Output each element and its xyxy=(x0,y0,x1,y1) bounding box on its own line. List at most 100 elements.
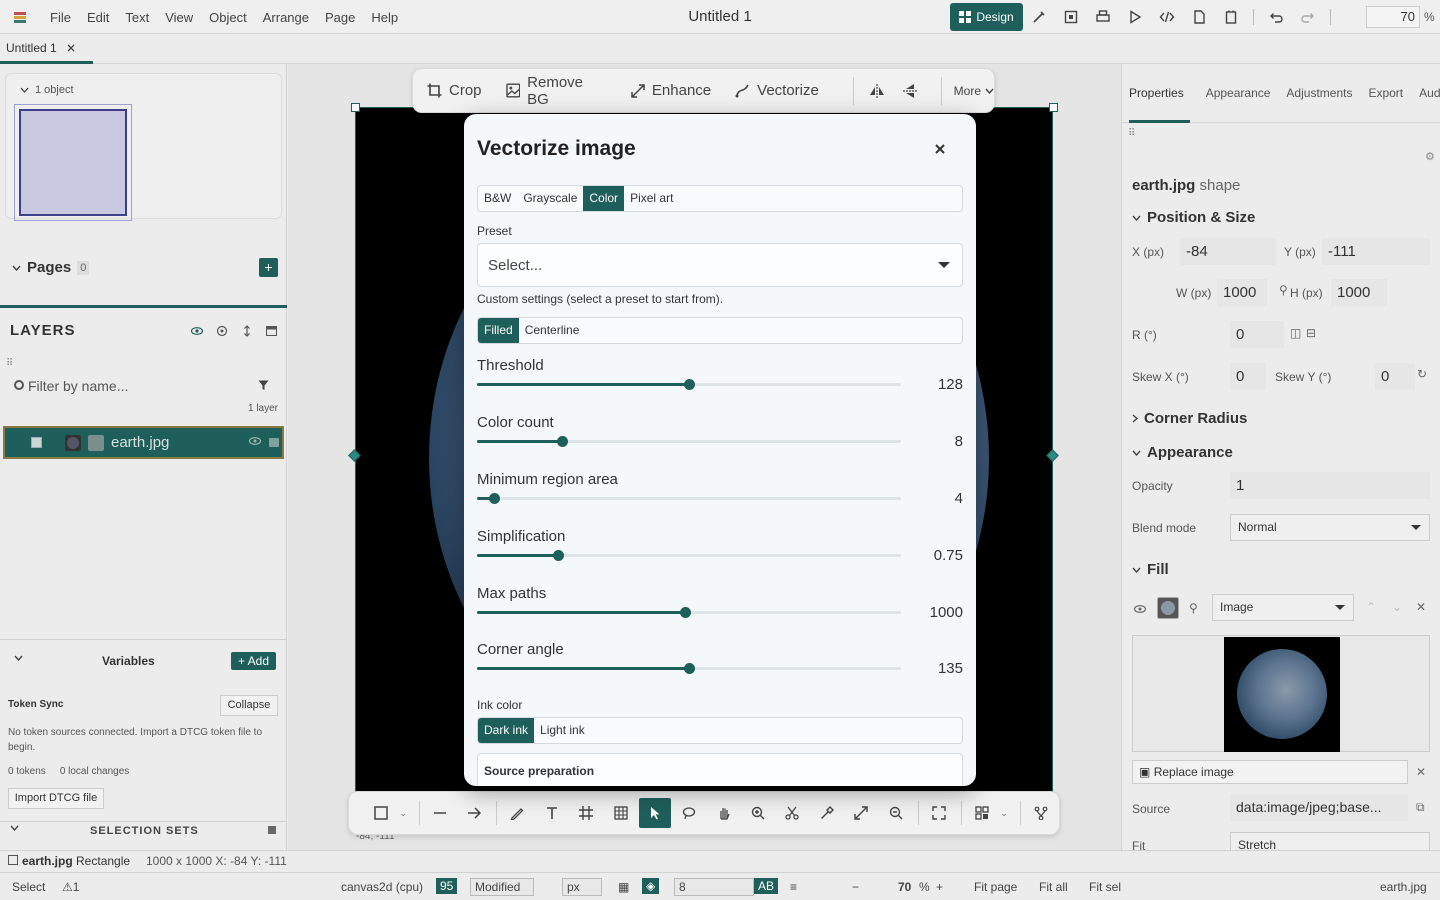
design-mode-button[interactable]: Design xyxy=(950,3,1023,31)
menu-file[interactable]: File xyxy=(42,10,79,25)
file-icon[interactable] xyxy=(1183,3,1215,31)
plugin-icon[interactable] xyxy=(1215,3,1247,31)
reset-icon[interactable]: ↻ xyxy=(1417,367,1427,381)
brush-icon[interactable] xyxy=(1023,3,1055,31)
menu-text[interactable]: Text xyxy=(117,10,157,25)
rectangle-tool-icon[interactable] xyxy=(365,798,397,828)
eye-icon[interactable] xyxy=(188,322,205,339)
gear-icon[interactable]: ⚙ xyxy=(1425,150,1435,163)
fill-swatch[interactable] xyxy=(1157,597,1179,619)
blend-mode-select[interactable]: Normal xyxy=(1230,514,1430,541)
layer-checkbox[interactable] xyxy=(31,437,42,448)
menu-view[interactable]: View xyxy=(157,10,201,25)
appearance-header[interactable]: Appearance xyxy=(1132,444,1233,461)
close-icon[interactable] xyxy=(930,139,950,159)
fit-page-button[interactable]: Fit page xyxy=(974,880,1017,894)
slider-knob[interactable] xyxy=(488,493,500,504)
layer-filter[interactable]: Filter by name... xyxy=(8,374,282,400)
collapse-all-icon[interactable] xyxy=(263,322,280,339)
chevron-down-icon[interactable]: ⌄ xyxy=(1000,808,1015,819)
snap-icon[interactable]: ◈ xyxy=(642,878,660,894)
flip-vertical-icon[interactable] xyxy=(897,78,922,104)
unit-select[interactable]: px xyxy=(562,878,602,896)
grid-size-input[interactable]: 8 xyxy=(674,878,754,896)
replace-image-button[interactable]: ▣ Replace image xyxy=(1132,760,1408,784)
fill-header[interactable]: Fill xyxy=(1132,561,1169,578)
branch-icon[interactable] xyxy=(1025,798,1057,828)
slider-track[interactable] xyxy=(477,550,901,561)
play-icon[interactable] xyxy=(1119,3,1151,31)
mode-color[interactable]: Color xyxy=(583,186,625,211)
eye-icon[interactable] xyxy=(249,437,261,445)
funnel-icon[interactable] xyxy=(258,380,269,391)
crop-button[interactable]: Crop xyxy=(427,82,482,99)
selection-checkbox[interactable] xyxy=(8,855,18,865)
table-tool-icon[interactable] xyxy=(604,798,636,828)
filter-input[interactable]: Filter by name... xyxy=(28,378,128,394)
text-tool-icon[interactable] xyxy=(536,798,568,828)
flip-horizontal-icon[interactable] xyxy=(864,78,889,104)
zoom-fit-icon[interactable] xyxy=(879,798,911,828)
move-down-icon[interactable]: ⌄ xyxy=(1392,600,1402,614)
menu-page[interactable]: Page xyxy=(317,10,363,25)
more-menu-button[interactable]: More xyxy=(954,84,994,98)
menu-object[interactable]: Object xyxy=(201,10,255,25)
fill-type-select[interactable]: Image xyxy=(1212,594,1354,621)
path-mode-centerline[interactable]: Centerline xyxy=(519,318,586,343)
pages-header[interactable]: Pages 0 xyxy=(12,259,90,276)
slider-track[interactable] xyxy=(477,663,901,674)
zoom-tool-icon[interactable] xyxy=(742,798,774,828)
slider-track[interactable] xyxy=(477,436,901,447)
selection-sets-icon[interactable] xyxy=(268,826,276,834)
preset-select[interactable]: Select... xyxy=(477,243,963,287)
slider-knob[interactable] xyxy=(552,550,564,561)
ink-light[interactable]: Light ink xyxy=(534,718,591,743)
link-icon[interactable]: ⚲ xyxy=(1279,283,1288,297)
fullscreen-icon[interactable] xyxy=(923,798,955,828)
remove-icon[interactable]: ✕ xyxy=(1416,765,1426,779)
opacity-input[interactable]: 1 xyxy=(1230,472,1430,499)
w-input[interactable]: 1000 xyxy=(1217,279,1267,306)
fit-selection-button[interactable]: Fit sel xyxy=(1089,880,1121,894)
sort-icon[interactable] xyxy=(238,322,255,339)
menu-help[interactable]: Help xyxy=(363,10,406,25)
align-icon[interactable]: ≡ xyxy=(790,880,797,894)
skew-y-input[interactable]: 0 xyxy=(1375,363,1415,390)
corner-radius-header[interactable]: Corner Radius xyxy=(1132,410,1247,427)
arrow-tool-icon[interactable] xyxy=(458,798,490,828)
mode-bw[interactable]: B&W xyxy=(478,186,517,211)
zoom-input[interactable]: 70 xyxy=(1366,6,1420,28)
flip-h-icon[interactable]: ◫ xyxy=(1290,326,1301,340)
warning-indicator[interactable]: ⚠1 xyxy=(62,880,79,894)
move-up-icon[interactable]: ⌃ xyxy=(1366,600,1376,614)
chevron-down-icon[interactable]: ⌄ xyxy=(399,808,414,819)
eyedropper-tool-icon[interactable] xyxy=(811,798,843,828)
slider-knob[interactable] xyxy=(684,663,695,674)
line-tool-icon[interactable] xyxy=(424,798,456,828)
slider-track[interactable] xyxy=(477,607,901,618)
tab-appearance[interactable]: Appearance xyxy=(1206,64,1271,123)
undo-icon[interactable] xyxy=(1260,3,1292,31)
drag-handle-icon[interactable]: ⠿ xyxy=(6,358,13,369)
components-icon[interactable] xyxy=(966,798,998,828)
remove-icon[interactable]: ✕ xyxy=(1416,600,1426,614)
select-tool-icon[interactable] xyxy=(638,798,672,828)
link-icon[interactable]: ⚲ xyxy=(1189,601,1198,615)
tab-export[interactable]: Export xyxy=(1368,64,1403,123)
zoom-value[interactable]: 70 xyxy=(898,880,911,894)
enhance-button[interactable]: Enhance xyxy=(631,82,711,99)
fit-all-button[interactable]: Fit all xyxy=(1039,880,1068,894)
slider-knob[interactable] xyxy=(679,607,691,618)
zoom-in-button[interactable]: + xyxy=(936,880,943,894)
source-preparation-section[interactable]: Source preparation xyxy=(477,753,963,786)
copy-icon[interactable]: ⧉ xyxy=(1416,800,1425,815)
skew-x-input[interactable]: 0 xyxy=(1230,363,1266,390)
resize-handle-nw[interactable] xyxy=(351,103,360,112)
scissors-tool-icon[interactable] xyxy=(776,798,808,828)
slider-track[interactable] xyxy=(477,379,901,390)
add-variable-button[interactable]: + Add xyxy=(231,652,276,670)
grid-icon[interactable]: ▦ xyxy=(618,880,629,894)
close-icon[interactable] xyxy=(67,44,75,52)
page-thumbnail[interactable] xyxy=(14,104,132,221)
lock-icon[interactable] xyxy=(269,438,279,447)
